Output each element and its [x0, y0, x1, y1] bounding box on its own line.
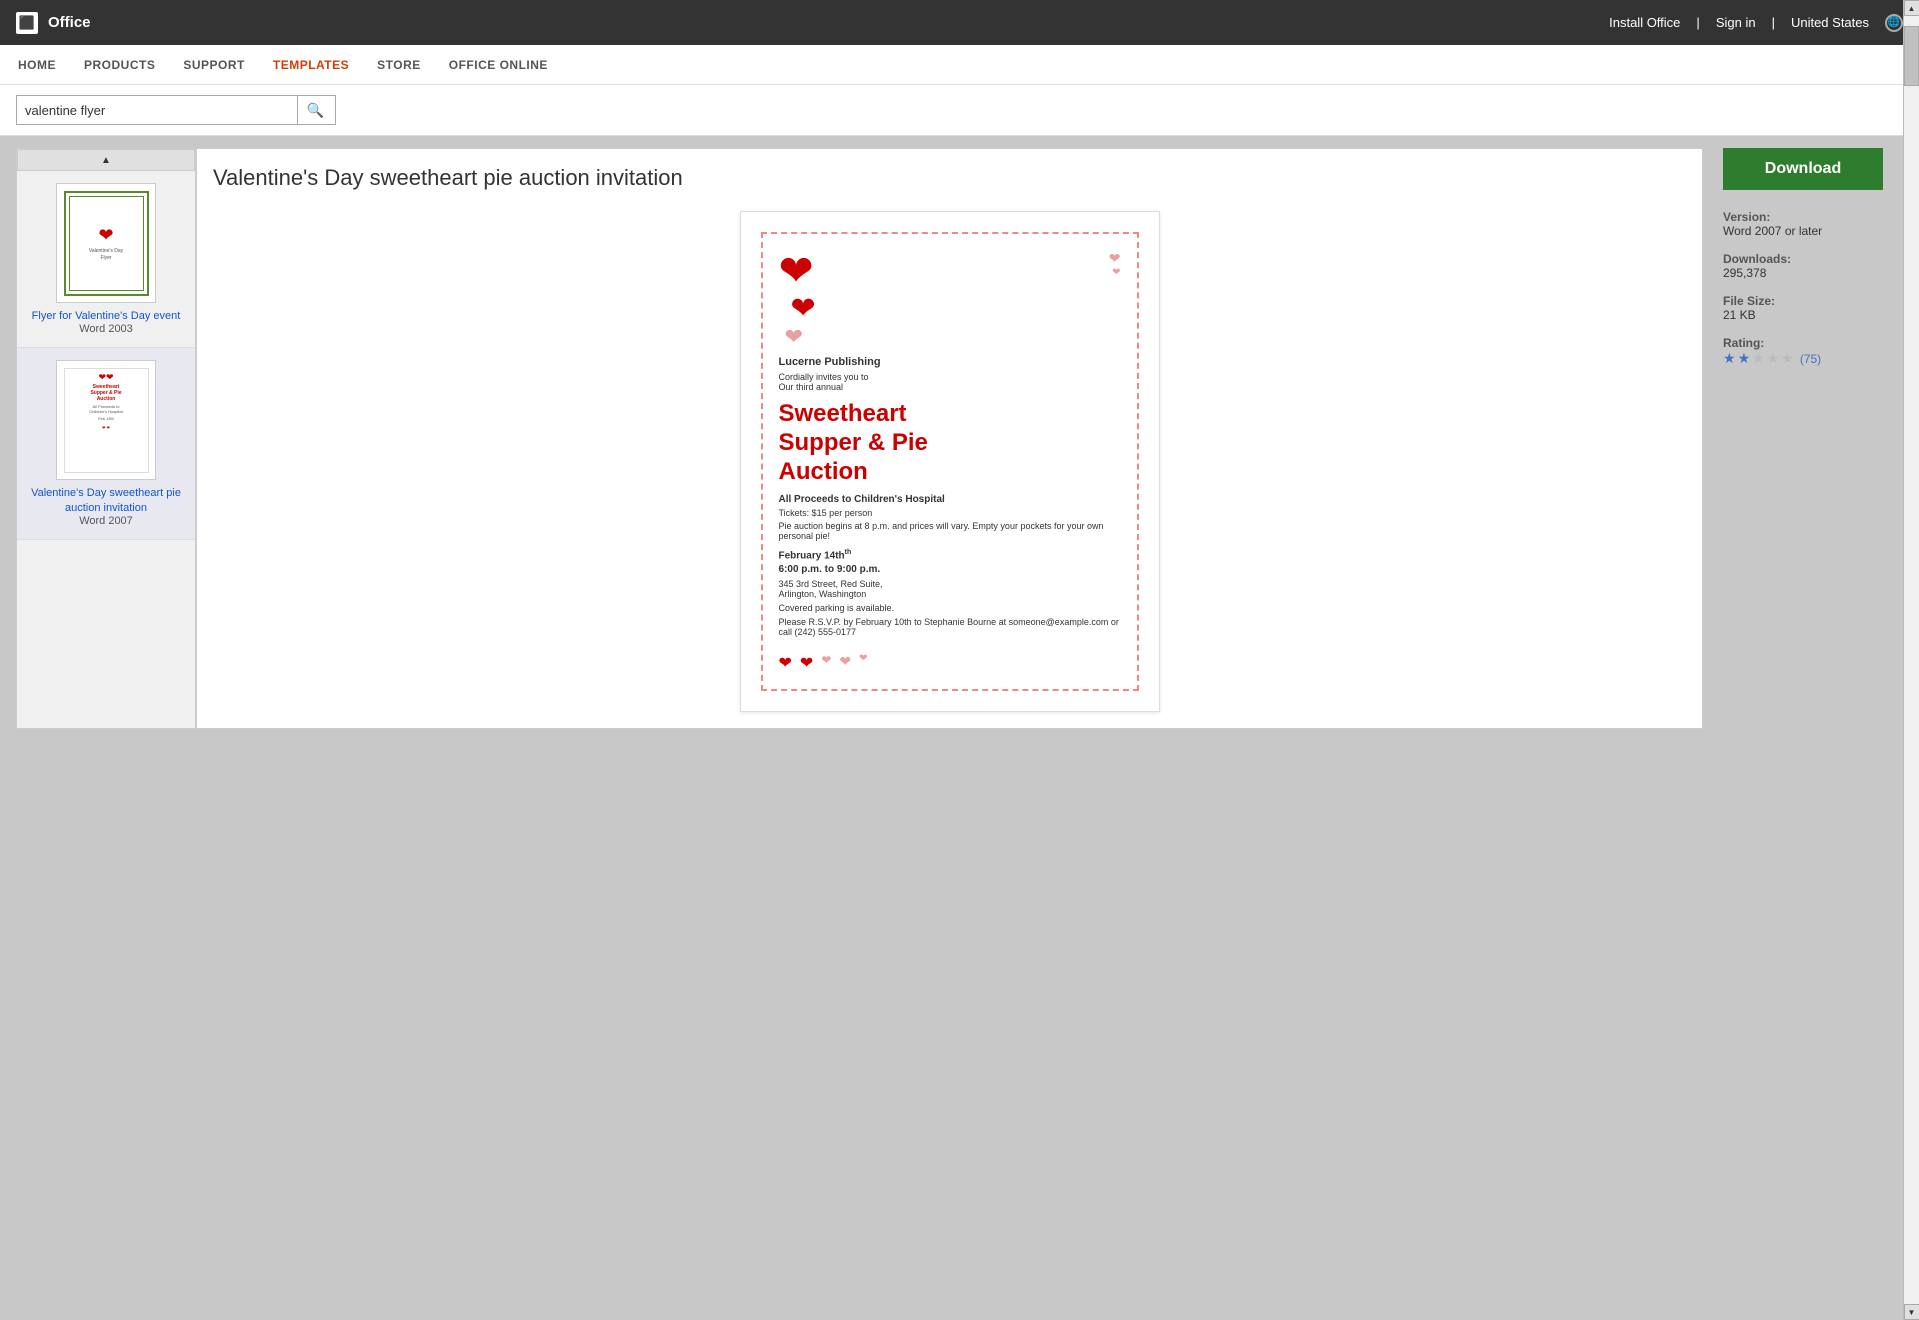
sidebar-item-2-sublabel: Word 2007 — [25, 515, 187, 527]
scrollbar-down-btn[interactable]: ▼ — [1904, 1304, 1919, 1320]
sign-in-link[interactable]: Sign in — [1716, 15, 1756, 30]
scrollbar-thumb[interactable] — [1904, 26, 1919, 86]
heart-bottom-1: ❤ — [779, 653, 792, 673]
doc-proceeds: All Proceeds to Children's Hospital — [779, 494, 1121, 505]
doc-publisher: Lucerne Publishing — [779, 356, 1121, 368]
sidebar: ▲ ❤ Valentine's DayFlyer Flyer for Valen… — [16, 148, 196, 729]
top-bar-right: Install Office | Sign in | United States… — [1609, 14, 1903, 32]
preview-document: ❤ ❤ ❤ ❤ ❤ Lucerne Publishing Cordially i… — [740, 211, 1160, 712]
rating-stars: ★ ★ ★ ★ ★ (75) — [1723, 350, 1903, 367]
doc-parking: Covered parking is available. — [779, 603, 1121, 613]
star-4: ★ — [1767, 350, 1780, 367]
nav-products[interactable]: PRODUCTS — [82, 45, 157, 85]
main-content: ▲ ❤ Valentine's DayFlyer Flyer for Valen… — [0, 136, 1919, 741]
filesize-value: 21 KB — [1723, 308, 1903, 322]
version-label: Version: — [1723, 210, 1903, 224]
scrollbar-up-btn[interactable]: ▲ — [1904, 0, 1919, 16]
search-container: 🔍 — [16, 95, 336, 125]
search-bar: 🔍 — [0, 85, 1919, 136]
search-button[interactable]: 🔍 — [297, 96, 333, 124]
doc-tickets: Tickets: $15 per person — [779, 508, 1121, 518]
heart-bottom-2: ❤ — [800, 653, 813, 673]
rating-row: Rating: ★ ★ ★ ★ ★ (75) — [1723, 336, 1903, 367]
heart-bottom-4: ❤ — [839, 653, 851, 673]
search-input[interactable] — [17, 99, 297, 122]
nav-office-online[interactable]: OFFICE ONLINE — [447, 45, 550, 85]
sidebar-item-1[interactable]: ❤ Valentine's DayFlyer Flyer for Valenti… — [17, 171, 195, 348]
rating-count[interactable]: (75) — [1800, 352, 1821, 366]
nav-bar: HOME PRODUCTS SUPPORT TEMPLATES STORE OF… — [0, 45, 1919, 85]
nav-store[interactable]: STORE — [375, 45, 423, 85]
doc-main-title: Sweetheart Supper & Pie Auction — [779, 400, 1121, 486]
sidebar-item-2-label: Valentine's Day sweetheart pie auction i… — [25, 486, 187, 515]
star-3: ★ — [1752, 350, 1765, 367]
heart-small-2: ❤ — [1112, 267, 1120, 278]
doc-rsvp: Please R.S.V.P. by February 10th to Step… — [779, 617, 1121, 637]
doc-date: February 14thth — [779, 549, 1121, 561]
globe-icon[interactable]: 🌐 — [1885, 14, 1903, 32]
sidebar-item-1-sublabel: Word 2003 — [25, 323, 187, 335]
country-label: United States — [1791, 15, 1869, 30]
doc-address: 345 3rd Street, Red Suite, Arlington, Wa… — [779, 579, 1121, 599]
office-label: Office — [48, 14, 91, 31]
doc-third-annual: Our third annual — [779, 382, 1121, 392]
doc-pie-info: Pie auction begins at 8 p.m. and prices … — [779, 521, 1121, 541]
heart-bottom-5: ❤ — [859, 653, 867, 673]
star-5: ★ — [1781, 350, 1794, 367]
nav-support[interactable]: SUPPORT — [181, 45, 247, 85]
hearts-left: ❤ ❤ ❤ — [779, 250, 816, 348]
heart-medium-1: ❤ — [791, 294, 816, 324]
sidebar-item-2[interactable]: ❤❤ SweetheartSupper & PieAuction All Pro… — [17, 348, 195, 540]
thumb-2: ❤❤ SweetheartSupper & PieAuction All Pro… — [56, 360, 156, 480]
preview-title: Valentine's Day sweetheart pie auction i… — [213, 165, 1686, 191]
doc-top-hearts: ❤ ❤ ❤ ❤ ❤ — [779, 250, 1121, 348]
rating-label: Rating: — [1723, 336, 1903, 350]
download-button[interactable]: Download — [1723, 148, 1883, 190]
heart-small-1: ❤ — [1109, 250, 1121, 267]
star-1: ★ — [1723, 350, 1736, 367]
downloads-label: Downloads: — [1723, 252, 1903, 266]
doc-border: ❤ ❤ ❤ ❤ ❤ Lucerne Publishing Cordially i… — [761, 232, 1139, 691]
sidebar-item-1-label: Flyer for Valentine's Day event — [25, 309, 187, 323]
window-scrollbar[interactable]: ▲ ▼ — [1903, 0, 1919, 1320]
logo-area: ⬛ Office — [16, 12, 91, 34]
divider2: | — [1772, 15, 1775, 30]
heart-bottom-3: ❤ — [821, 653, 831, 673]
doc-cordially: Cordially invites you to — [779, 372, 1121, 382]
info-panel: Download Version: Word 2007 or later Dow… — [1703, 148, 1903, 729]
sidebar-scroll-up[interactable]: ▲ — [17, 149, 195, 171]
version-row: Version: Word 2007 or later — [1723, 210, 1903, 238]
filesize-row: File Size: 21 KB — [1723, 294, 1903, 322]
doc-bottom-hearts: ❤ ❤ ❤ ❤ ❤ — [779, 653, 1121, 673]
divider: | — [1696, 15, 1699, 30]
install-office-link[interactable]: Install Office — [1609, 15, 1680, 30]
star-2: ★ — [1738, 350, 1751, 367]
nav-templates[interactable]: TEMPLATES — [271, 45, 351, 85]
downloads-row: Downloads: 295,378 — [1723, 252, 1903, 280]
top-bar: ⬛ Office Install Office | Sign in | Unit… — [0, 0, 1919, 45]
doc-time: 6:00 p.m. to 9:00 p.m. — [779, 564, 1121, 575]
office-icon: ⬛ — [16, 12, 38, 34]
nav-home[interactable]: HOME — [16, 45, 58, 85]
hearts-right: ❤ ❤ — [1109, 250, 1121, 278]
scrollbar-track — [1904, 16, 1919, 1304]
heart-large-1: ❤ — [779, 250, 816, 292]
filesize-label: File Size: — [1723, 294, 1903, 308]
preview-area: Valentine's Day sweetheart pie auction i… — [196, 148, 1703, 729]
heart-pink-1: ❤ — [785, 326, 816, 348]
thumb-1: ❤ Valentine's DayFlyer — [56, 183, 156, 303]
downloads-value: 295,378 — [1723, 266, 1903, 280]
version-value: Word 2007 or later — [1723, 224, 1903, 238]
